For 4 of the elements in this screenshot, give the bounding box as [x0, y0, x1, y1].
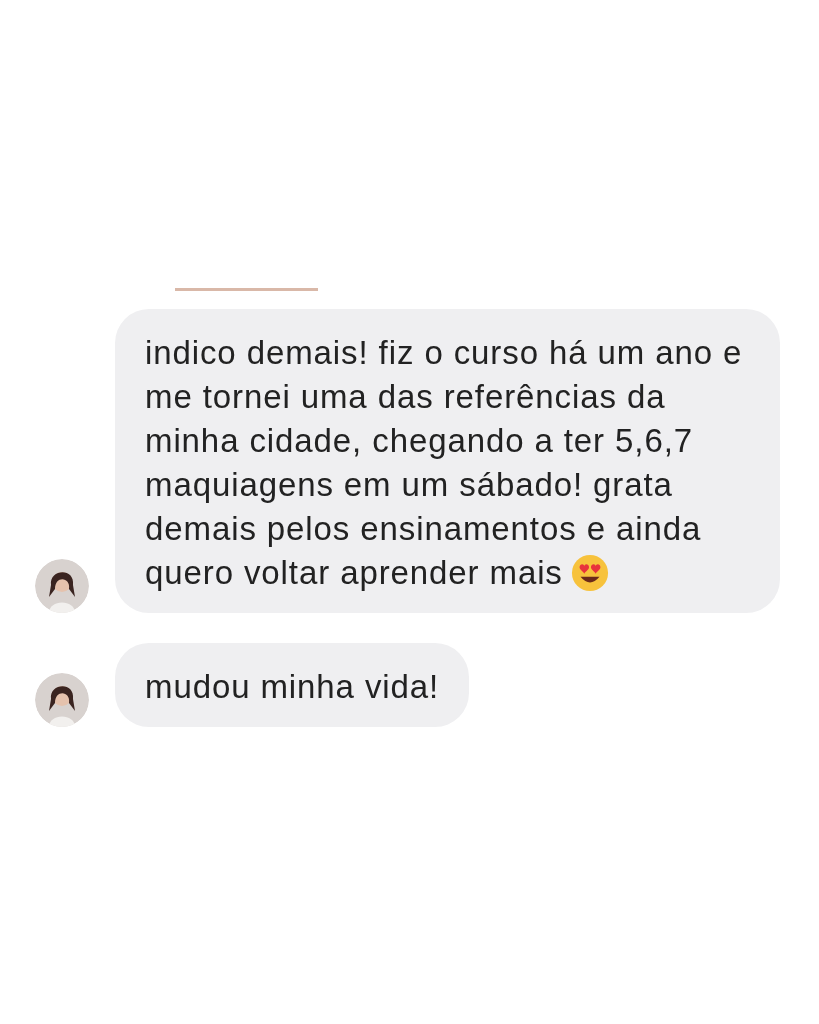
message-text: indico demais! fiz o curso há um ano e me tornei uma das referências da minha cidade, chegando a ter 5,6,7 maquiagens em um sábado! grata demais pelos ensinamentos e ainda quero voltar aprender mais: [145, 334, 743, 591]
avatar-icon: [35, 673, 89, 727]
avatar-icon: [35, 559, 89, 613]
message-text: mudou minha vida!: [145, 668, 440, 705]
